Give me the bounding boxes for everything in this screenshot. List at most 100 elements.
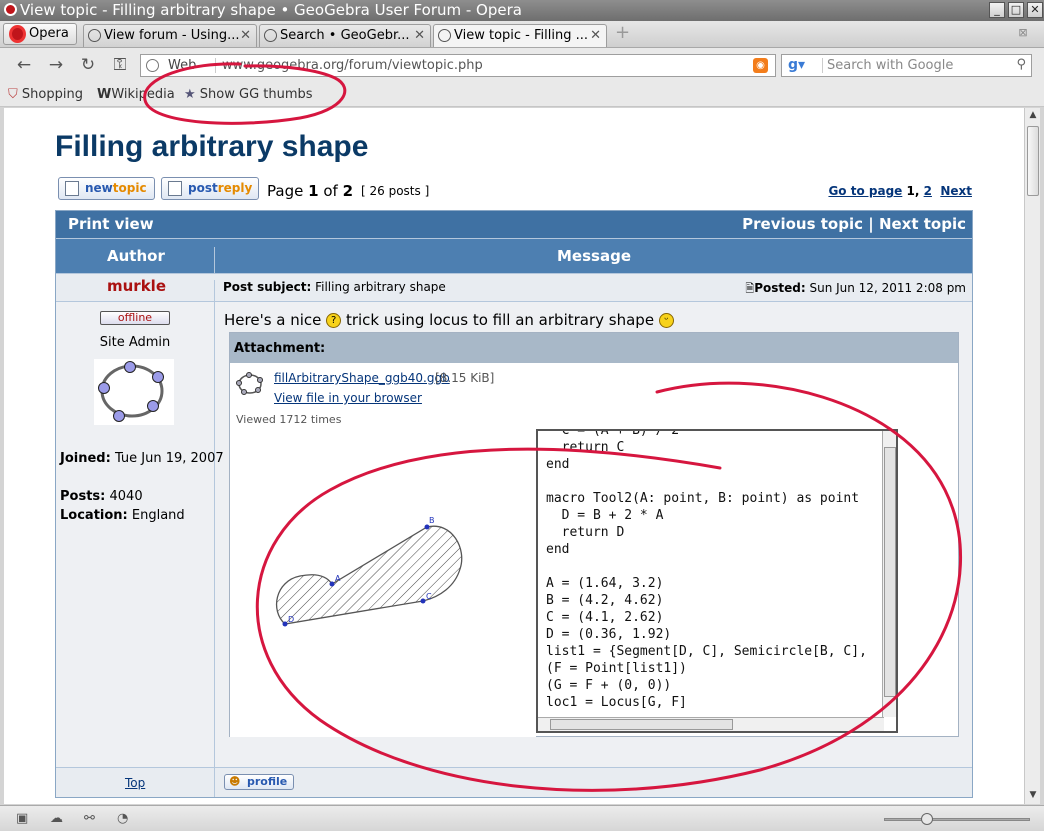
column-divider	[214, 247, 215, 273]
opera-app-icon	[4, 3, 17, 16]
user-location: Location: England	[60, 508, 185, 523]
post-reply-label-b: reply	[217, 181, 253, 195]
new-tab-icon[interactable]: +	[615, 24, 633, 43]
page-viewport: Filling arbitrary shape newtopic postrep…	[4, 108, 1024, 804]
post-reply-label-a: post	[188, 181, 218, 195]
avatar	[94, 359, 174, 425]
zoom-slider[interactable]	[884, 813, 1030, 825]
next-page-link[interactable]: Next	[940, 184, 972, 198]
bookmark-shopping[interactable]: ⛉ Shopping	[8, 87, 83, 102]
scroll-down-icon[interactable]: ▼	[1027, 790, 1039, 802]
bookmark-label: Shopping	[21, 87, 83, 102]
message-text-before: Here's a nice	[224, 311, 322, 329]
profile-label: profile	[247, 775, 288, 788]
previous-topic-link[interactable]: Previous topic	[742, 215, 863, 233]
view-in-browser-link[interactable]: View file in your browser	[274, 391, 422, 405]
attachment-file-link[interactable]: fillArbitraryShape_ggb40.ggb	[274, 371, 450, 385]
reload-icon[interactable]: ↻	[76, 54, 100, 76]
code-popup: C = (A + B) / 2 return C end macro Tool2…	[536, 429, 898, 733]
status-badge: offline	[100, 311, 170, 325]
current-page: 1	[308, 182, 319, 200]
address-scheme-label: Web	[168, 58, 197, 73]
page-title: Filling arbitrary shape	[55, 130, 369, 163]
search-icon[interactable]: ⚲	[1016, 57, 1026, 72]
bookmark-label: Wikipedia	[111, 87, 175, 102]
message-text-after: trick using locus to fill an arbitrary s…	[345, 311, 655, 329]
code-horizontal-scrollbar[interactable]	[538, 717, 884, 731]
key-icon[interactable]: ⚿	[108, 54, 132, 76]
wikipedia-icon: W	[97, 87, 112, 102]
next-topic-link[interactable]: Next topic	[879, 215, 966, 233]
topic-table: Print view Previous topic | Next topic A…	[55, 210, 973, 798]
location-label: Location:	[60, 508, 128, 523]
subject-text: Filling arbitrary shape	[315, 280, 446, 294]
trash-icon[interactable]: ⊠	[1015, 26, 1031, 42]
close-window-button[interactable]: ✕	[1027, 2, 1043, 18]
label-c: C	[426, 592, 432, 601]
code-hscroll-thumb[interactable]	[550, 719, 733, 730]
print-view-link[interactable]: Print view	[68, 215, 154, 233]
panel-toggle-icon[interactable]: ▣	[16, 811, 32, 826]
attachment-header: Attachment:	[230, 333, 958, 363]
top-link[interactable]: Top	[125, 776, 145, 790]
back-icon[interactable]: ←	[12, 54, 36, 76]
profile-button[interactable]: ☻ profile	[224, 774, 294, 790]
address-bar[interactable]: Web www.geogebra.org/forum/viewtopic.php…	[140, 54, 776, 77]
post-author[interactable]: murkle	[107, 277, 166, 295]
opera-logo-icon	[9, 25, 26, 43]
grin-smiley-icon: ᵕ	[658, 313, 674, 328]
attachment-box: Attachment: fillArbitraryShape_ggb40.ggb…	[229, 332, 959, 737]
cloud-icon[interactable]: ☁	[50, 811, 66, 826]
page-scroll-thumb[interactable]	[1027, 126, 1039, 196]
label-d: D	[288, 615, 294, 624]
speed-dial-icon[interactable]: ◔	[117, 811, 133, 826]
goto-page-link[interactable]: Go to page	[828, 184, 902, 198]
document-icon	[65, 181, 79, 196]
unite-icon[interactable]: ⚯	[84, 811, 100, 826]
navigation-bar: ← → ↻ ⚿ Web www.geogebra.org/forum/viewt…	[0, 48, 1044, 83]
posted-date: Sun Jun 12, 2011 2:08 pm	[809, 281, 966, 295]
tab-view-forum[interactable]: View forum - Using... ✕	[83, 24, 257, 47]
topic-nav-links: Previous topic | Next topic	[742, 215, 966, 233]
tab-close-icon[interactable]: ✕	[414, 25, 425, 46]
user-rank: Site Admin	[99, 335, 171, 350]
page-vertical-scrollbar[interactable]: ▲ ▼	[1024, 108, 1040, 804]
subject-label: Post subject:	[223, 280, 312, 294]
column-divider	[214, 768, 215, 797]
code-vscroll-thumb[interactable]	[884, 447, 896, 697]
post-date: 🗎Posted: Sun Jun 12, 2011 2:08 pm	[745, 280, 966, 299]
code-vertical-scrollbar[interactable]	[882, 431, 896, 717]
post-subject-row: murkle Post subject: Filling arbitrary s…	[56, 273, 972, 301]
opera-menu-button[interactable]: Opera	[3, 23, 77, 45]
new-topic-button[interactable]: newtopic	[58, 177, 155, 200]
search-placeholder: Search with Google	[822, 58, 953, 73]
tab-view-topic[interactable]: View topic - Filling ... ✕	[433, 24, 607, 47]
posts-label: Posts:	[60, 489, 106, 504]
tab-close-icon[interactable]: ✕	[590, 25, 601, 46]
topic-nav-bar: Print view Previous topic | Next topic	[56, 211, 972, 238]
zoom-slider-knob[interactable]	[921, 813, 933, 825]
location-value: England	[131, 508, 185, 523]
google-icon[interactable]: g▾	[784, 57, 814, 75]
minimize-button[interactable]: _	[989, 2, 1005, 18]
forward-icon[interactable]: →	[44, 54, 68, 76]
total-pages: 2	[342, 182, 354, 200]
rss-feed-icon[interactable]: ◉	[753, 58, 768, 73]
bookmark-show-gg-thumbs[interactable]: ★ Show GG thumbs	[184, 87, 313, 102]
user-icon: ☻	[229, 775, 241, 788]
tab-close-icon[interactable]: ✕	[240, 25, 251, 46]
point-a	[329, 581, 335, 587]
opera-menu-label: Opera	[29, 26, 69, 41]
page-2-link[interactable]: 2	[924, 184, 932, 198]
scroll-up-icon[interactable]: ▲	[1027, 110, 1039, 122]
tab-bar: Opera View forum - Using... ✕ Search • G…	[0, 21, 1044, 48]
maximize-button[interactable]: □	[1008, 2, 1024, 18]
post-body-row: offline Site Admin Joined: Tue Jun 19, 2…	[56, 301, 972, 767]
label-a: A	[335, 574, 341, 583]
bookmark-wikipedia[interactable]: WWikipedia	[97, 87, 175, 102]
search-field[interactable]: g▾ Search with Google ⚲	[781, 54, 1032, 77]
post-reply-button[interactable]: postreply	[161, 177, 259, 200]
tab-search[interactable]: Search • GeoGebr... ✕	[259, 24, 431, 47]
address-url[interactable]: www.geogebra.org/forum/viewtopic.php	[215, 58, 483, 73]
user-posts: Posts: 4040	[60, 489, 143, 504]
